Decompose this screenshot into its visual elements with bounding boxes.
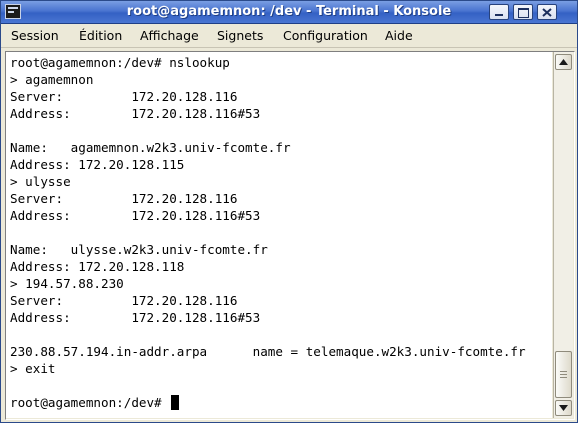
menu-signets[interactable]: Signets [217,27,263,44]
terminal-output[interactable]: root@agamemnon:/dev# nslookup > agamemno… [6,52,552,418]
menu-affichage[interactable]: Affichage [140,27,199,44]
close-icon [542,8,552,17]
vertical-scrollbar[interactable] [553,52,573,418]
terminal-line: Address: 172.20.128.116#53 [10,310,261,325]
menu-aide[interactable]: Aide [385,27,413,44]
thumb-grip [560,377,567,378]
terminal-prompt-line: root@agamemnon:/dev# [10,394,526,411]
scroll-up-button[interactable] [555,54,572,70]
menu-bar: Session Édition Affichage Signets Config… [1,24,577,48]
terminal-line: Server: 172.20.128.116 [10,191,238,206]
thumb-grip [560,374,567,375]
terminal-lines: root@agamemnon:/dev# nslookup > agamemno… [10,54,526,411]
terminal-line: > exit [10,361,56,376]
arrow-down-icon [559,405,568,411]
minimize-button[interactable] [489,4,509,20]
text-cursor [171,395,180,410]
terminal-line: > 194.57.88.230 [10,276,124,291]
arrow-up-icon [559,59,568,65]
terminal-line: > agamemnon [10,72,94,87]
terminal-line: > ulysse [10,174,71,189]
konsole-window: root@agamemnon: /dev - Terminal - Konsol… [0,0,578,423]
menu-edition[interactable]: Édition [79,27,122,44]
terminal-line: Name: ulysse.w2k3.univ-fcomte.fr [10,242,268,257]
close-button[interactable] [537,4,557,20]
scroll-down-button[interactable] [555,400,572,416]
terminal-line: Address: 172.20.128.116#53 [10,106,261,121]
maximize-button[interactable] [513,4,533,20]
terminal-line: Address: 172.20.128.118 [10,259,185,274]
terminal-line: Address: 172.20.128.116#53 [10,208,261,223]
title-bar[interactable]: root@agamemnon: /dev - Terminal - Konsol… [1,1,577,24]
terminal-line: Address: 172.20.128.115 [10,157,185,172]
scroll-thumb[interactable] [555,351,572,398]
thumb-grip [560,371,567,372]
terminal-prompt: root@agamemnon:/dev# [10,395,170,410]
terminal-line: Server: 172.20.128.116 [10,293,238,308]
terminal-line: root@agamemnon:/dev# nslookup [10,55,230,70]
menu-configuration[interactable]: Configuration [283,27,368,44]
menu-session[interactable]: Session [11,27,59,44]
terminal-line: Server: 172.20.128.116 [10,89,238,104]
terminal-line: Name: agamemnon.w2k3.univ-fcomte.fr [10,140,291,155]
terminal-line: 230.88.57.194.in-addr.arpa name = telema… [10,344,526,359]
